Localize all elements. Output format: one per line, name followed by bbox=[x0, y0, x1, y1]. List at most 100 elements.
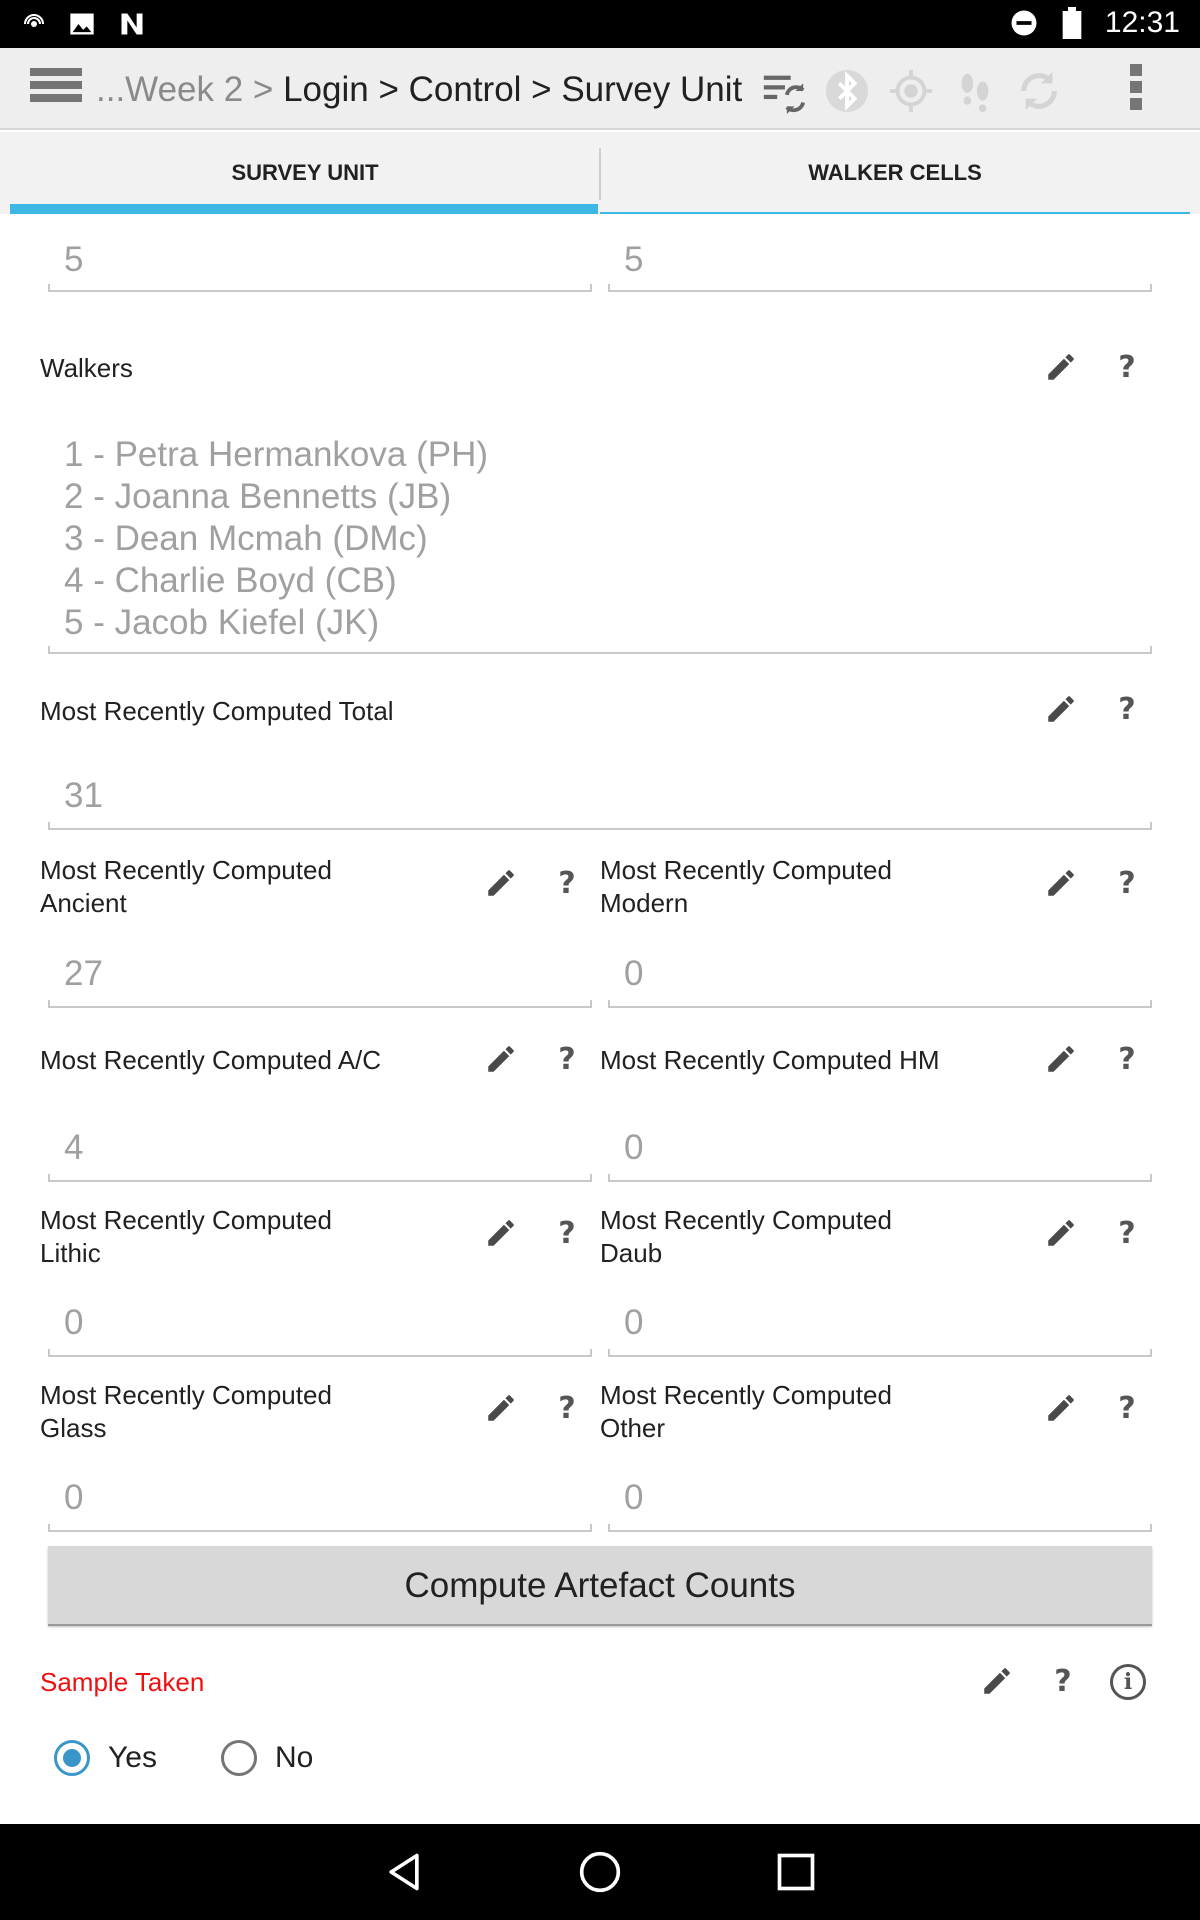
top-right-field[interactable]: 5 bbox=[608, 240, 1152, 292]
hm-field[interactable]: 0 bbox=[608, 1114, 1152, 1182]
modern-field[interactable]: 0 bbox=[608, 940, 1152, 1008]
hotspot-icon bbox=[24, 14, 44, 27]
edit-pencil-icon[interactable] bbox=[484, 866, 518, 900]
recents-icon[interactable] bbox=[774, 1850, 818, 1894]
help-icon[interactable]: ? bbox=[1114, 692, 1140, 728]
field-value: 0 bbox=[624, 1128, 644, 1167]
help-icon[interactable]: ? bbox=[1050, 1664, 1076, 1700]
label-line: Ancient bbox=[40, 888, 127, 918]
edit-pencil-icon[interactable] bbox=[484, 1391, 518, 1425]
overflow-menu-icon[interactable] bbox=[1122, 64, 1150, 116]
home-icon[interactable] bbox=[578, 1850, 622, 1894]
tab-bar: SURVEY UNIT WALKER CELLS bbox=[0, 132, 1200, 214]
help-icon[interactable]: ? bbox=[1114, 1042, 1140, 1078]
daub-field[interactable]: 0 bbox=[608, 1289, 1152, 1357]
help-icon[interactable]: ? bbox=[1114, 350, 1140, 386]
ancient-field[interactable]: 27 bbox=[48, 940, 592, 1008]
do-not-disturb-icon bbox=[1011, 10, 1037, 36]
label-line: Most Recently Computed bbox=[600, 1205, 892, 1235]
label-line: Most Recently Computed bbox=[40, 1380, 332, 1410]
radio-no-label[interactable]: No bbox=[275, 1741, 313, 1775]
image-icon bbox=[70, 13, 94, 35]
label-line: Modern bbox=[600, 888, 689, 918]
ac-label: Most Recently Computed A/C bbox=[40, 1045, 382, 1075]
edit-pencil-icon[interactable] bbox=[1044, 866, 1078, 900]
footsteps-icon[interactable] bbox=[952, 68, 998, 114]
label-line: Most Recently Computed bbox=[40, 855, 332, 885]
edit-pencil-icon[interactable] bbox=[1044, 692, 1078, 726]
other-label: Most Recently Computed Other bbox=[600, 1379, 892, 1445]
edit-pencil-icon[interactable] bbox=[1044, 1391, 1078, 1425]
hm-label: Most Recently Computed HM bbox=[600, 1045, 940, 1075]
back-icon[interactable] bbox=[382, 1850, 426, 1894]
edit-pencil-icon[interactable] bbox=[1044, 1216, 1078, 1250]
system-nav-bar bbox=[0, 1824, 1200, 1920]
radio-yes[interactable] bbox=[54, 1740, 90, 1776]
label-line: Most Recently Computed bbox=[600, 1380, 892, 1410]
n-app-icon bbox=[121, 13, 143, 35]
ancient-label: Most Recently Computed Ancient bbox=[40, 854, 332, 920]
ac-field[interactable]: 4 bbox=[48, 1114, 592, 1182]
survey-unit-form: 5 5 Walkers ? 1 - Petra Hermankova (PH) … bbox=[10, 214, 1190, 1824]
label-line: Glass bbox=[40, 1413, 107, 1443]
help-icon[interactable]: ? bbox=[554, 1042, 580, 1078]
help-icon[interactable]: ? bbox=[554, 1391, 580, 1427]
label-line: Most Recently Computed bbox=[40, 1205, 332, 1235]
radio-yes-label[interactable]: Yes bbox=[108, 1741, 157, 1775]
help-icon[interactable]: ? bbox=[1114, 866, 1140, 902]
sync-list-icon[interactable] bbox=[760, 68, 806, 114]
action-bar: ...Week 2 > Login > Control > Survey Uni… bbox=[0, 48, 1200, 130]
help-icon[interactable]: ? bbox=[1114, 1391, 1140, 1427]
field-value: 0 bbox=[624, 1478, 644, 1517]
lithic-label: Most Recently Computed Lithic bbox=[40, 1204, 332, 1270]
sample-taken-radio-group: Yes No bbox=[54, 1740, 313, 1776]
breadcrumb-prefix[interactable]: ...Week 2 > bbox=[96, 70, 283, 109]
battery-icon bbox=[1062, 7, 1082, 39]
menu-icon[interactable] bbox=[30, 68, 82, 110]
breadcrumb-path[interactable]: Login > Control > Survey Unit bbox=[283, 70, 742, 109]
edit-pencil-icon[interactable] bbox=[1044, 350, 1078, 384]
label-line: Most Recently Computed bbox=[600, 855, 892, 885]
refresh-icon[interactable] bbox=[1016, 68, 1062, 114]
field-value: 5 bbox=[64, 240, 84, 279]
compute-artefact-counts-button[interactable]: Compute Artefact Counts bbox=[48, 1546, 1152, 1626]
walker-item: 4 - Charlie Boyd (CB) bbox=[64, 561, 397, 600]
field-value: 0 bbox=[64, 1478, 84, 1517]
edit-pencil-icon[interactable] bbox=[1044, 1042, 1078, 1076]
tab-survey-unit[interactable]: SURVEY UNIT bbox=[10, 132, 600, 214]
lithic-field[interactable]: 0 bbox=[48, 1289, 592, 1357]
total-field[interactable]: 31 bbox=[48, 762, 1152, 830]
label-line: Other bbox=[600, 1413, 666, 1443]
info-icon[interactable]: i bbox=[1110, 1664, 1146, 1700]
help-icon[interactable]: ? bbox=[554, 866, 580, 902]
walker-item: 1 - Petra Hermankova (PH) bbox=[64, 435, 489, 474]
edit-pencil-icon[interactable] bbox=[484, 1042, 518, 1076]
total-label: Most Recently Computed Total bbox=[40, 696, 394, 726]
other-field[interactable]: 0 bbox=[608, 1464, 1152, 1532]
walker-item: 2 - Joanna Bennetts (JB) bbox=[64, 477, 452, 516]
field-value: 0 bbox=[64, 1303, 84, 1342]
edit-pencil-icon[interactable] bbox=[484, 1216, 518, 1250]
tab-walker-cells[interactable]: WALKER CELLS bbox=[600, 132, 1190, 214]
walker-item: 3 - Dean Mcmah (DMc) bbox=[64, 519, 428, 558]
field-value: 4 bbox=[64, 1128, 84, 1167]
radio-no[interactable] bbox=[220, 1740, 257, 1776]
edit-pencil-icon[interactable] bbox=[980, 1664, 1014, 1698]
selected-tab-indicator bbox=[10, 204, 598, 214]
field-value: 0 bbox=[624, 954, 644, 993]
help-icon[interactable]: ? bbox=[554, 1216, 580, 1252]
walkers-label: Walkers bbox=[40, 353, 133, 383]
status-bar: 12:31 bbox=[0, 0, 1200, 48]
top-left-field[interactable]: 5 bbox=[48, 240, 592, 292]
label-line: Lithic bbox=[40, 1238, 101, 1268]
clock: 12:31 bbox=[1104, 6, 1180, 39]
glass-field[interactable]: 0 bbox=[48, 1464, 592, 1532]
walkers-list: 1 - Petra Hermankova (PH) 2 - Joanna Ben… bbox=[64, 434, 488, 644]
bluetooth-icon[interactable] bbox=[824, 68, 870, 114]
help-icon[interactable]: ? bbox=[1114, 1216, 1140, 1252]
glass-label: Most Recently Computed Glass bbox=[40, 1379, 332, 1445]
field-value: 27 bbox=[64, 954, 103, 993]
gps-icon[interactable] bbox=[888, 68, 934, 114]
field-value: 0 bbox=[624, 1303, 644, 1342]
breadcrumb[interactable]: ...Week 2 > Login > Control > Survey Uni… bbox=[96, 70, 742, 110]
